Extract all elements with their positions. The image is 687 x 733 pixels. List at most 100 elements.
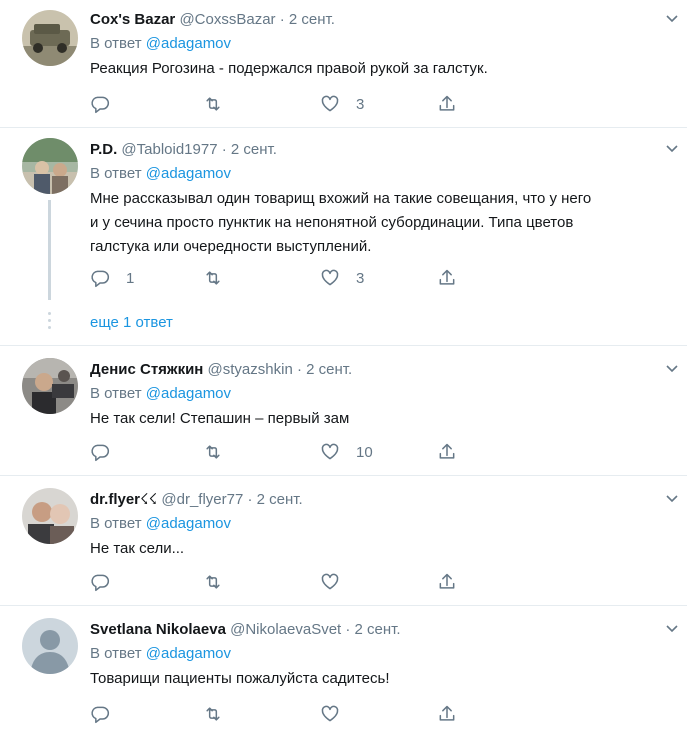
retweet-button[interactable] [203,440,239,464]
user-handle[interactable]: @Tabloid1977 [121,141,217,158]
tweet-text: Реакция Рогозина - подержался правой рук… [90,57,657,81]
avatar-image [22,488,78,544]
reply-button[interactable] [90,702,126,726]
share-icon [439,705,455,721]
avatar-image [22,10,78,66]
reply-mention-link[interactable]: @adagamov [146,385,231,402]
reply-context: В ответ @adagamov [90,163,657,185]
chevron-down-icon[interactable] [665,14,679,24]
chevron-down-icon[interactable] [665,144,679,154]
share-icon [439,443,455,459]
tweet-text: Не так сели! Степашин – первый зам [90,407,657,431]
chevron-down-icon[interactable] [665,364,679,374]
separator-dot: · [296,361,302,378]
timestamp[interactable]: 2 сент. [306,361,352,378]
tweet[interactable]: Cox's Bazar @CoxssBazar · 2 сент. В отве… [0,0,687,128]
tweet-text-line: Не так сели... [90,540,185,557]
reply-mention-link[interactable]: @adagamov [146,645,231,662]
retweet-icon [206,445,220,459]
like-count: 3 [356,269,365,287]
like-button[interactable]: 3 [320,266,364,290]
avatar[interactable] [22,138,78,194]
reply-button[interactable] [90,570,126,594]
timestamp[interactable]: 2 сент. [289,11,335,28]
tweet-text-line: Мне рассказывал один товарищ вхожий на т… [90,190,592,207]
user-handle[interactable]: @dr_flyer77 [161,491,243,508]
thread-dots [48,312,51,333]
chevron-down-icon[interactable] [665,494,679,504]
timestamp[interactable]: 2 сент. [355,621,401,638]
timestamp[interactable]: 2 сент. [231,141,277,158]
tweet[interactable]: dr.flyer☇☇ @dr_flyer77 · 2 сент. В ответ… [0,476,687,606]
timestamp[interactable]: 2 сент. [257,491,303,508]
like-button[interactable] [320,570,356,594]
like-count: 3 [356,95,365,113]
avatar-image [22,358,78,414]
tweet[interactable]: Денис Стяжкин @styazshkin · 2 сент. В от… [0,346,687,476]
reply-icon [91,574,110,592]
user-handle[interactable]: @styazshkin [208,361,293,378]
share-icon [439,573,455,589]
reply-button[interactable] [90,440,126,464]
retweet-button[interactable] [203,266,239,290]
reply-prefix: В ответ [90,645,142,662]
display-name[interactable]: Svetlana Nikolaeva [90,621,226,638]
reply-context: В ответ @adagamov [90,383,657,405]
heart-icon [321,269,339,286]
avatar[interactable] [22,358,78,414]
share-button[interactable] [437,702,457,726]
share-button[interactable] [437,92,457,116]
name-badge: ☇☇ [140,491,158,508]
tweet-text: Товарищи пациенты пожалуйста садитесь! [90,667,657,691]
tweet-text-line: галстука или очередности выступлений. [90,238,372,255]
reply-icon [91,270,110,288]
reply-mention-link[interactable]: @adagamov [146,165,231,182]
reply-icon [91,96,110,114]
tweet-text-line: Товарищи пациенты пожалуйста садитесь! [90,670,390,687]
reply-button[interactable] [90,92,126,116]
reply-mention-link[interactable]: @adagamov [146,515,231,532]
avatar[interactable] [22,488,78,544]
chevron-down-icon[interactable] [665,624,679,634]
tweet[interactable]: P.D. @Tabloid1977 · 2 сент. В ответ @ada… [0,128,687,346]
tweet-text-line: и у сечина просто пунктик на непонятной … [90,214,574,231]
display-name[interactable]: dr.flyer [90,491,140,508]
like-button[interactable]: 10 [320,440,373,464]
display-name[interactable]: P.D. [90,141,117,158]
separator-dot: · [345,621,351,638]
tweet-header: dr.flyer☇☇ @dr_flyer77 · 2 сент. [90,490,657,510]
share-button[interactable] [437,440,457,464]
tweet[interactable]: Svetlana Nikolaeva @NikolaevaSvet · 2 се… [0,606,687,733]
reply-prefix: В ответ [90,515,142,532]
reply-prefix: В ответ [90,385,142,402]
retweet-button[interactable] [203,570,239,594]
tweet-text-line: Не так сели! Степашин – первый зам [90,410,350,427]
reply-mention-link[interactable]: @adagamov [146,35,231,52]
share-button[interactable] [437,266,457,290]
retweet-button[interactable] [203,92,239,116]
share-button[interactable] [437,570,457,594]
reply-prefix: В ответ [90,35,142,52]
user-handle[interactable]: @NikolaevaSvet [230,621,341,638]
thread-line [48,200,51,300]
separator-dot: · [247,491,253,508]
heart-icon [321,573,339,590]
avatar[interactable] [22,618,78,674]
retweet-icon [206,575,220,589]
user-handle[interactable]: @CoxssBazar [179,11,275,28]
retweet-button[interactable] [203,702,239,726]
separator-dot: · [221,141,227,158]
like-button[interactable]: 3 [320,92,364,116]
tweet-text: Мне рассказывал один товарищ вхожий на т… [90,187,657,259]
show-more-replies-link[interactable]: еще 1 ответ [90,314,173,331]
avatar[interactable] [22,10,78,66]
tweet-header: Денис Стяжкин @styazshkin · 2 сент. [90,360,657,380]
display-name[interactable]: Денис Стяжкин [90,361,203,378]
display-name[interactable]: Cox's Bazar [90,11,175,28]
reply-icon [91,706,110,724]
reply-context: В ответ @adagamov [90,643,657,665]
reply-button[interactable]: 1 [90,266,134,290]
like-button[interactable] [320,702,356,726]
reply-context: В ответ @adagamov [90,513,657,535]
tweet-header: Cox's Bazar @CoxssBazar · 2 сент. [90,10,657,30]
